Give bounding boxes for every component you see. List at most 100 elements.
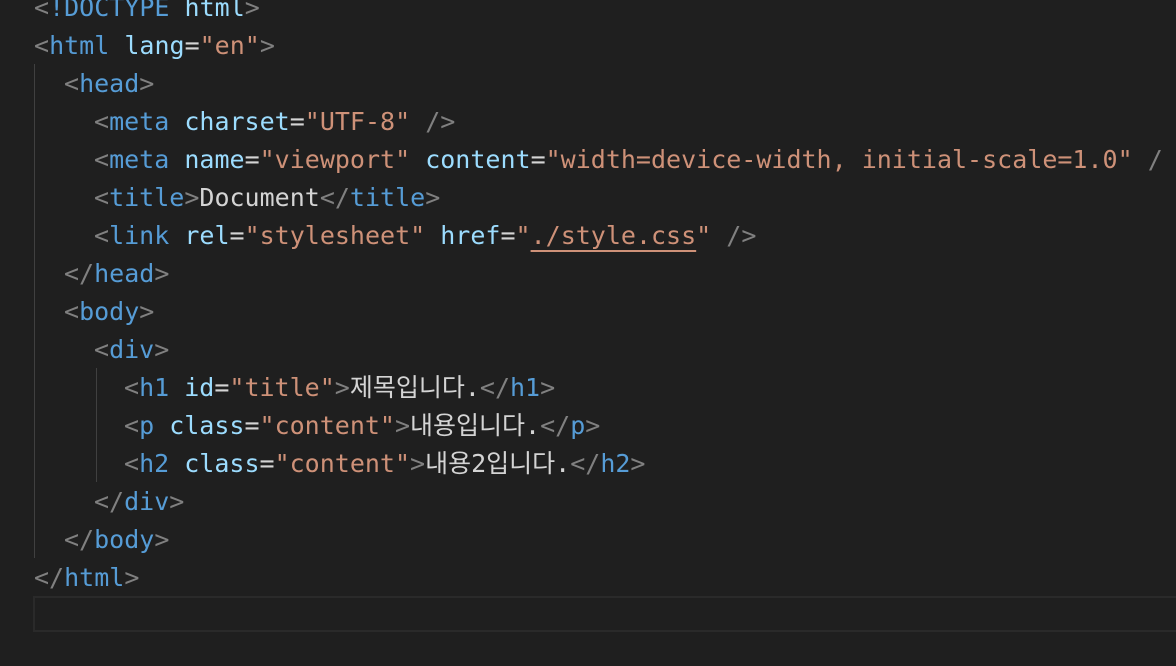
code-token: = (289, 107, 305, 136)
code-token: charset (184, 107, 290, 136)
code-token: html (49, 31, 110, 60)
code-token: = (244, 411, 260, 440)
code-token: 내용입니다. (410, 411, 541, 440)
code-token: !DOCTYPE (49, 0, 170, 22)
code-token: "UTF-8" (304, 107, 411, 136)
code-token: / (1147, 145, 1163, 174)
code-line[interactable]: <h2 class="content">내용2입니다.</h2> (124, 445, 645, 483)
code-token: title (109, 183, 185, 212)
code-token: </ (64, 259, 95, 288)
code-token: body (79, 297, 140, 326)
code-token: > (394, 411, 411, 440)
code-token: > (244, 0, 260, 22)
code-token: head (94, 259, 155, 288)
code-token: div (124, 487, 170, 516)
code-token: id (184, 373, 215, 402)
code-token: title (349, 183, 426, 212)
code-token: > (139, 297, 155, 326)
code-token: > (184, 183, 200, 212)
code-line[interactable]: <h1 id="title">제목입니다.</h1> (124, 369, 555, 407)
code-token: < (94, 145, 110, 174)
code-line[interactable]: </body> (64, 521, 169, 559)
code-token: </ (479, 373, 510, 402)
code-token: </ (94, 487, 125, 516)
code-token: </ (540, 411, 571, 440)
code-token: "viewport" (259, 145, 411, 174)
code-line[interactable]: <body> (64, 293, 154, 331)
code-token: = (500, 221, 516, 250)
code-token: "content" (274, 449, 411, 478)
code-token: > (630, 449, 646, 478)
code-token: </ (34, 563, 65, 592)
code-token: > (259, 31, 275, 60)
code-line[interactable]: <link rel="stylesheet" href="./style.css… (94, 217, 756, 255)
code-line[interactable]: <head> (64, 65, 154, 103)
code-line[interactable]: </head> (64, 255, 169, 293)
code-token: < (94, 183, 110, 212)
indent-guide-1 (34, 64, 35, 558)
code-token: meta (109, 145, 170, 174)
code-token: < (34, 31, 50, 60)
code-token: " (515, 221, 531, 250)
code-token: 제목입니다. (349, 373, 480, 402)
code-token: /> (425, 107, 456, 136)
code-line[interactable]: <meta name="viewport" content="width=dev… (94, 141, 1163, 179)
code-token: h1 (139, 373, 170, 402)
code-token: < (64, 297, 80, 326)
code-line[interactable]: </div> (94, 483, 184, 521)
code-token: "width=device-width, initial-scale=1.0" (545, 145, 1133, 174)
code-editor[interactable]: <!DOCTYPE html> <html lang="en"> <head> <me… (0, 0, 1176, 666)
code-token: = (214, 373, 230, 402)
code-token: < (64, 69, 80, 98)
code-token: " (696, 221, 712, 250)
code-token: h2 (139, 449, 170, 478)
code-line[interactable]: <title>Document</title> (94, 179, 440, 217)
code-token: 내용2입니다. (425, 449, 571, 478)
code-token: > (154, 525, 170, 554)
code-token: h1 (510, 373, 541, 402)
code-token: = (244, 145, 260, 174)
code-token: /> (726, 221, 757, 250)
code-token: class (169, 411, 245, 440)
code-token: lang (124, 31, 185, 60)
code-token: div (109, 335, 155, 364)
code-token: < (94, 107, 110, 136)
code-token: "title" (229, 373, 335, 402)
current-line-highlight (33, 596, 1176, 632)
code-token: html (184, 0, 245, 22)
code-token: </ (64, 525, 95, 554)
code-token: meta (109, 107, 170, 136)
code-token: > (410, 449, 426, 478)
code-token: = (184, 31, 200, 60)
code-line[interactable]: <!DOCTYPE html> (34, 0, 260, 27)
code-token: = (259, 449, 275, 478)
code-token: name (184, 145, 245, 174)
code-token: "content" (259, 411, 395, 440)
code-token: < (34, 0, 50, 22)
code-token: "stylesheet" (244, 221, 426, 250)
code-line[interactable]: <div> (94, 331, 169, 369)
code-token: h2 (600, 449, 631, 478)
code-line[interactable]: <p class="content">내용입니다.</p> (124, 407, 600, 445)
code-line[interactable]: <html lang="en"> (34, 27, 275, 65)
code-line[interactable]: </html> (34, 559, 139, 597)
code-token: "en" (199, 31, 260, 60)
code-token: < (124, 449, 140, 478)
code-token: content (425, 145, 531, 174)
code-token: head (79, 69, 140, 98)
code-token: > (169, 487, 185, 516)
code-token: </ (319, 183, 350, 212)
code-token: rel (184, 221, 230, 250)
code-token: > (585, 411, 601, 440)
code-line[interactable]: <meta charset="UTF-8" /> (94, 103, 455, 141)
indent-guide-3 (96, 368, 97, 482)
